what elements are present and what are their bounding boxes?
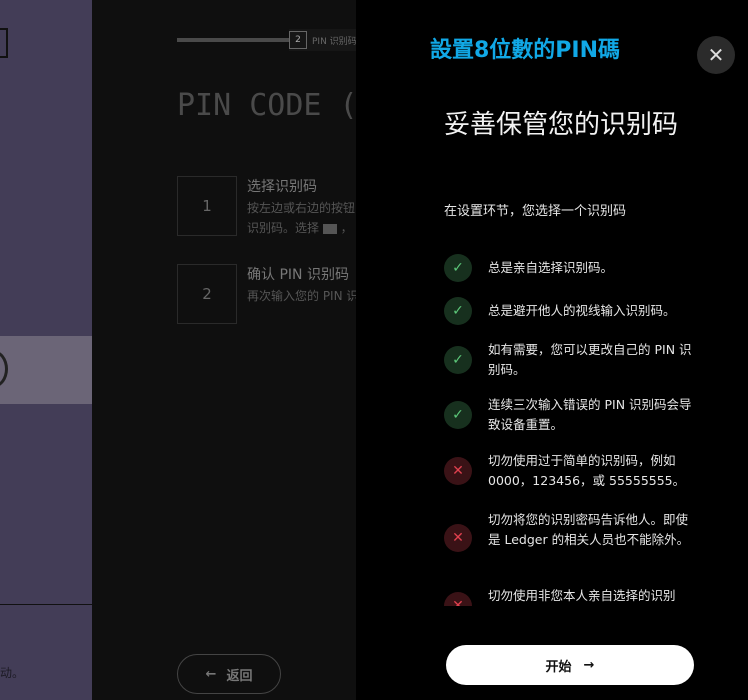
rule-text: 切勿使用过于简单的识别码，例如 0000，123456，或 55555555。 <box>488 453 686 488</box>
rule-text: 总是避开他人的视线输入识别码。 <box>488 303 676 318</box>
overlay-caption: 設置8位數的PIN碼 <box>430 38 621 63</box>
arrow-right-icon: → <box>583 657 595 673</box>
step-number: 2 <box>289 31 307 49</box>
pin-setup-background: 2 PIN 识别码 PIN CODE ( 1 选择识别码 按左边或右边的按钮 识… <box>92 0 363 700</box>
rule-text: 总是亲自选择识别码。 <box>488 260 614 275</box>
step-label: PIN 识别码 <box>312 36 357 47</box>
backspace-icon <box>322 223 337 234</box>
step-number-box: 1 <box>177 176 237 236</box>
start-button[interactable]: 开始 → <box>446 645 694 685</box>
check-icon: ✓ <box>444 401 472 429</box>
divider <box>0 604 92 605</box>
pin-safety-drawer: 設置8位數的PIN碼 ✕ 妥善保管您的识别码 在设置环节，您选择一个识别码 ✓ … <box>356 0 748 700</box>
step-number-box: 2 <box>177 264 237 324</box>
left-side-panel: 动。 <box>0 0 92 700</box>
back-button-label: 返回 <box>226 668 253 684</box>
rules-list[interactable]: ✓ 总是亲自选择识别码。 ✓ 总是避开他人的视线输入识别码。 ✓ 如有需要，您可… <box>444 240 704 606</box>
step-title: 选择识别码 <box>247 179 317 195</box>
rule-text: 切勿将您的识别密码告诉他人。即使是 Ledger 的相关人员也不能除外。 <box>488 512 690 547</box>
step-description: 按左边或右边的按钮 识别码。选择 ， <box>247 201 356 235</box>
truncated-text: 动。 <box>0 666 25 680</box>
arrow-left-icon: ← <box>205 666 217 682</box>
rule-text: 如有需要，您可以更改自己的 PIN 识别码。 <box>488 342 692 377</box>
back-button[interactable]: ← 返回 <box>177 654 281 694</box>
frame-corner-icon <box>0 28 8 58</box>
drawer-title: 妥善保管您的识别码 <box>444 110 679 140</box>
check-icon: ✓ <box>444 297 472 325</box>
highlighted-row <box>0 336 92 404</box>
cross-icon: ✕ <box>444 457 472 485</box>
step-title: 确认 PIN 识别码 <box>247 267 349 283</box>
rule-text: 连续三次输入错误的 PIN 识别码会导致设备重置。 <box>488 397 692 432</box>
cross-icon: ✕ <box>444 524 472 552</box>
check-icon: ✓ <box>444 254 472 282</box>
cross-icon: ✕ <box>444 592 472 606</box>
step-indicator: 2 PIN 识别码 <box>289 29 363 51</box>
start-button-label: 开始 <box>545 659 572 675</box>
drawer-subtitle: 在设置环节，您选择一个识别码 <box>444 204 627 219</box>
close-button[interactable]: ✕ <box>697 36 735 74</box>
step-description: 再次输入您的 PIN 识 <box>247 289 359 303</box>
app-window: 动。 2 PIN 识别码 PIN CODE ( 1 选择识别码 按左边或右边的按… <box>0 0 748 700</box>
check-icon: ✓ <box>444 346 472 374</box>
close-icon: ✕ <box>707 43 725 67</box>
rule-text: 切勿使用非您本人亲自选择的识别码。 <box>488 588 676 603</box>
page-title: PIN CODE ( <box>177 88 358 123</box>
